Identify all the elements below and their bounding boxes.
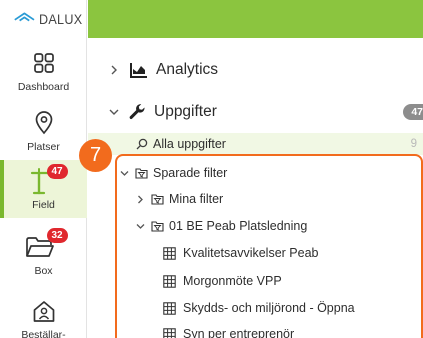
- alla-uppgifter-count: 9: [410, 138, 417, 150]
- crane-icon: 47: [29, 164, 68, 196]
- dalux-logo[interactable]: DALUX: [0, 0, 87, 38]
- rail-item-platser[interactable]: Platser: [0, 108, 87, 153]
- callout-highlight-box: [115, 154, 423, 338]
- chevron-right-icon: [108, 65, 120, 75]
- left-rail: DALUX Dashboard Platser 47 Field 32 Box …: [0, 0, 87, 338]
- rail-item-label: Beställar-: [21, 329, 66, 338]
- rail-item-dashboard[interactable]: Dashboard: [0, 48, 87, 93]
- dashboard-grid-icon: [29, 48, 59, 78]
- rail-item-label: Box: [34, 265, 53, 277]
- rail-item-bestallare[interactable]: Beställar-: [0, 296, 87, 338]
- folder-icon: 32: [25, 228, 68, 262]
- top-bar: [88, 0, 423, 38]
- field-badge: 47: [46, 164, 68, 179]
- rail-item-field[interactable]: 47 Field: [0, 160, 87, 218]
- rail-item-label: Platser: [27, 141, 60, 153]
- rail-item-box[interactable]: 32 Box: [0, 228, 87, 277]
- alla-uppgifter-label: Alla uppgifter: [153, 137, 226, 151]
- rail-item-label: Dashboard: [17, 81, 70, 93]
- uppgifter-count: 47: [403, 104, 423, 120]
- logo-text: DALUX: [38, 11, 83, 27]
- tree-item-analytics[interactable]: Analytics: [88, 58, 423, 82]
- chart-icon: [130, 62, 148, 78]
- location-pin-icon: [29, 108, 59, 138]
- step-number-badge: 7: [79, 139, 112, 172]
- tree-item-alla-uppgifter[interactable]: Alla uppgifter 9: [88, 133, 423, 155]
- tree-item-uppgifter[interactable]: Uppgifter 47: [88, 100, 423, 124]
- uppgifter-label: Uppgifter: [154, 103, 217, 120]
- analytics-label: Analytics: [156, 61, 219, 78]
- house-person-icon: [29, 296, 59, 326]
- wrench-icon: [128, 103, 146, 121]
- chevron-down-icon: [108, 108, 120, 116]
- box-badge: 32: [46, 228, 68, 243]
- logo-house-icon: [14, 12, 35, 22]
- rail-item-label: Field: [32, 199, 55, 211]
- search-icon: [136, 138, 148, 150]
